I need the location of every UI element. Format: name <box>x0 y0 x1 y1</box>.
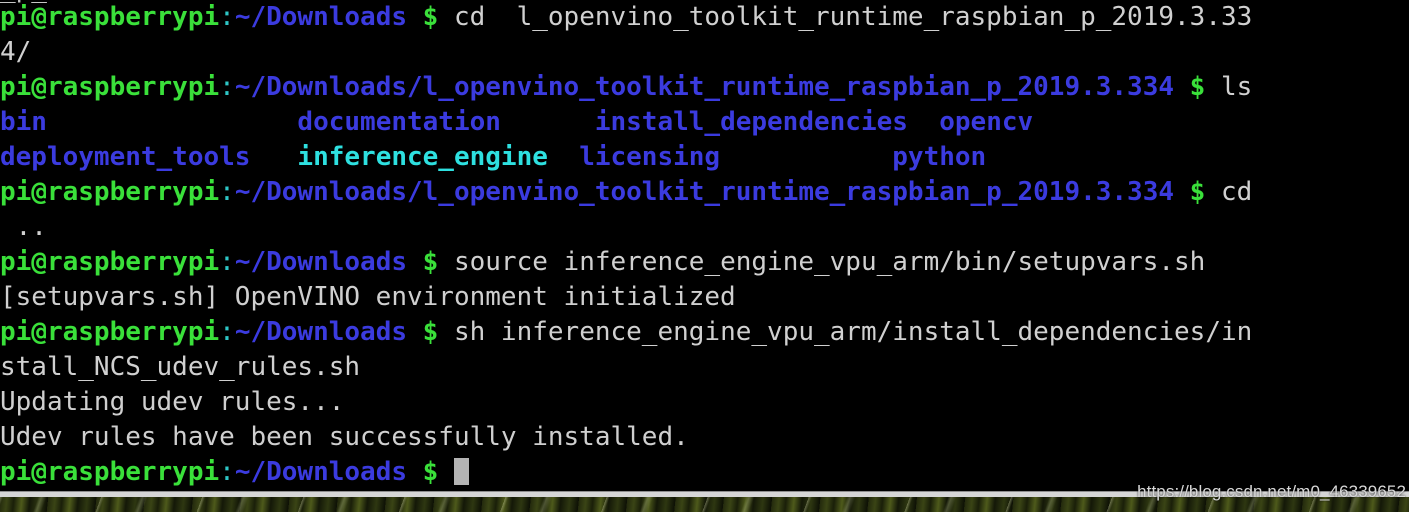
terminal-line-cd-up: pi@raspberrypi:~/Downloads/l_openvino_to… <box>0 175 1409 210</box>
prompt-colon: : <box>219 177 235 207</box>
prompt-user-host: pi@raspberrypi <box>0 177 220 207</box>
command-wrap-text: .. <box>0 212 47 242</box>
prompt-dollar: $ <box>407 317 454 347</box>
prompt-dollar: $ <box>407 2 454 32</box>
terminal-line-source: pi@raspberrypi:~/Downloads $ source infe… <box>0 245 1409 280</box>
prompt-user-host: pi@raspberrypi <box>0 2 220 32</box>
terminal-window[interactable]: _p_2019.3.334/ pi@raspberrypi:~/Download… <box>0 0 1409 491</box>
command-text: source inference_engine_vpu_arm/bin/setu… <box>453 247 1206 277</box>
terminal-line-cd-openvino: pi@raspberrypi:~/Downloads $ cd l_openvi… <box>0 0 1409 35</box>
prompt-user-host: pi@raspberrypi <box>0 72 220 102</box>
terminal-line-ls: pi@raspberrypi:~/Downloads/l_openvino_to… <box>0 70 1409 105</box>
prompt-path: ~/Downloads <box>234 457 407 487</box>
prompt-colon: : <box>219 247 235 277</box>
terminal-line-setupvars-output: [setupvars.sh] OpenVINO environment init… <box>0 280 1409 315</box>
prompt-user-host: pi@raspberrypi <box>0 457 220 487</box>
prompt-colon: : <box>219 317 235 347</box>
ls-entry-deployment-tools: deployment_tools <box>0 142 251 172</box>
command-text: cd l_openvino_toolkit_runtime_raspbian_p… <box>453 2 1253 32</box>
prompt-user-host: pi@raspberrypi <box>0 317 220 347</box>
prompt-dollar: $ <box>1174 72 1221 102</box>
output-text: Updating udev rules... <box>0 387 345 417</box>
output-text: [setupvars.sh] OpenVINO environment init… <box>0 282 736 312</box>
prompt-path: ~/Downloads <box>234 317 407 347</box>
ls-entry-bin: bin <box>0 107 47 137</box>
text-cursor[interactable] <box>453 458 469 485</box>
prompt-dollar: $ <box>1174 177 1221 207</box>
command-text: sh inference_engine_vpu_arm/install_depe… <box>453 317 1253 347</box>
prompt-colon: : <box>219 72 235 102</box>
prompt-colon: : <box>219 2 235 32</box>
ls-entry-licensing: licensing <box>579 142 721 172</box>
terminal-line-cd-up-wrap: .. <box>0 210 1409 245</box>
command-wrap-text: 4/ <box>0 37 32 67</box>
terminal-line-udev-installed: Udev rules have been successfully instal… <box>0 420 1409 455</box>
command-wrap-text: stall_NCS_udev_rules.sh <box>0 352 361 382</box>
ls-output-row: deployment_tools inference_engine licens… <box>0 140 1409 175</box>
prompt-dollar: $ <box>407 247 454 277</box>
terminal-line-sh-udev-wrap: stall_NCS_udev_rules.sh <box>0 350 1409 385</box>
terminal-line-updating-udev: Updating udev rules... <box>0 385 1409 420</box>
terminal-line-sh-udev: pi@raspberrypi:~/Downloads $ sh inferenc… <box>0 315 1409 350</box>
command-text: ls <box>1220 72 1253 102</box>
output-text: Udev rules have been successfully instal… <box>0 422 689 452</box>
ls-entry-inference-engine: inference_engine <box>297 142 548 172</box>
prompt-path: ~/Downloads/l_openvino_toolkit_runtime_r… <box>234 72 1175 102</box>
prompt-dollar: $ <box>407 457 454 487</box>
ls-output-row: bin documentation install_dependencies o… <box>0 105 1409 140</box>
screen: _p_2019.3.334/ pi@raspberrypi:~/Download… <box>0 0 1409 512</box>
command-text: cd <box>1220 177 1253 207</box>
ls-gap <box>47 107 297 137</box>
ls-entry-python: python <box>892 142 987 172</box>
ls-gap <box>720 142 892 172</box>
ls-gap <box>250 142 297 172</box>
terminal-output-area[interactable]: pi@raspberrypi:~/Downloads $ cd l_openvi… <box>0 0 1409 490</box>
ls-entry-install-dependencies: install_dependencies <box>594 107 908 137</box>
ls-entry-documentation: documentation <box>297 107 501 137</box>
prompt-user-host: pi@raspberrypi <box>0 247 220 277</box>
terminal-line-cd-openvino-wrap: 4/ <box>0 35 1409 70</box>
prompt-colon: : <box>219 457 235 487</box>
prompt-path: ~/Downloads <box>234 247 407 277</box>
ls-entry-opencv: opencv <box>939 107 1034 137</box>
ls-gap <box>908 107 939 137</box>
prompt-path: ~/Downloads/l_openvino_toolkit_runtime_r… <box>234 177 1175 207</box>
ls-gap <box>548 142 579 172</box>
prompt-path: ~/Downloads <box>234 2 407 32</box>
ls-gap <box>501 107 595 137</box>
csdn-watermark: https://blog.csdn.net/m0_46339652 <box>1137 482 1406 501</box>
